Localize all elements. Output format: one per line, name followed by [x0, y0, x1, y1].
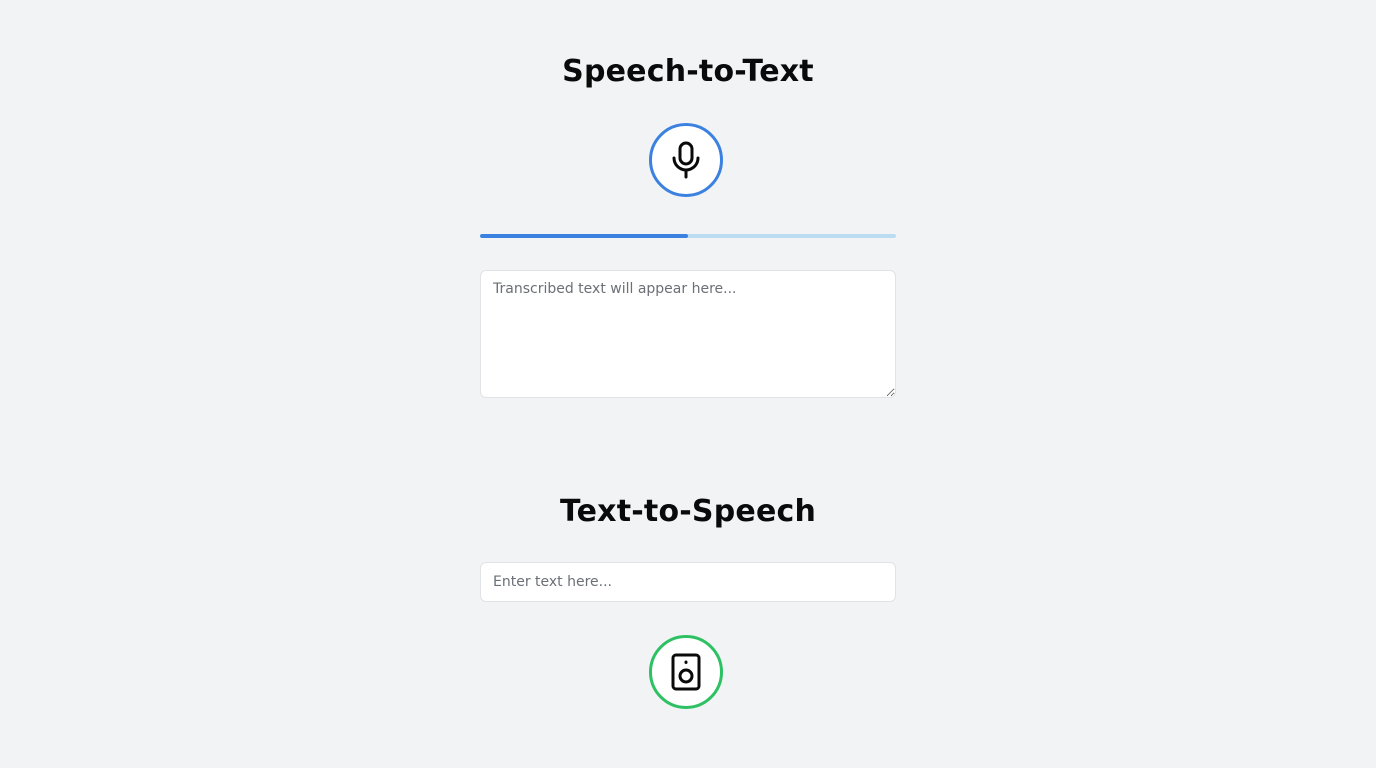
page: Speech-to-Text Text-to-Speech [0, 0, 1376, 768]
speech-to-text-title: Speech-to-Text [562, 54, 814, 89]
text-to-speech-title: Text-to-Speech [559, 494, 817, 529]
microphone-icon [672, 141, 700, 179]
speak-button[interactable] [649, 635, 723, 709]
speaker-icon [671, 653, 701, 691]
tts-text-input[interactable] [480, 562, 896, 602]
transcript-textarea[interactable] [480, 270, 896, 398]
recording-progress-bar [480, 234, 896, 238]
record-button[interactable] [649, 123, 723, 197]
recording-progress-fill [480, 234, 688, 238]
